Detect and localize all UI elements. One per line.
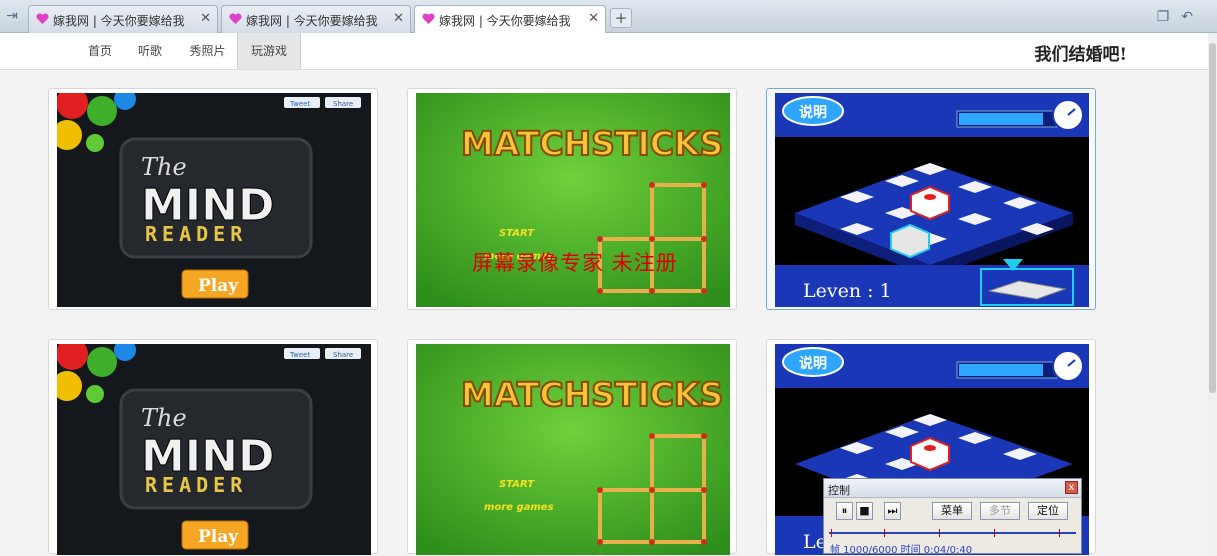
block-puzzle-artwork: 说明 Leven : 1 <box>775 93 1089 307</box>
control-window-title: 控制 <box>828 484 850 497</box>
start-label: START <box>499 479 535 490</box>
play-label: Play <box>198 527 239 547</box>
tab-close-icon[interactable]: ✕ <box>200 11 211 26</box>
restore-window-icon[interactable]: ❐ <box>1157 9 1182 25</box>
mind-reader-artwork: The MIND READER Play Tweet Share <box>57 93 371 307</box>
nav-item-music[interactable]: 听歌 <box>130 33 170 69</box>
tab-title: 嫁我网 | 今天你要嫁给我 <box>246 14 378 28</box>
playback-head[interactable] <box>1059 529 1060 537</box>
play-label: Play <box>198 276 239 296</box>
more-games-label: more games <box>484 502 554 513</box>
share-label: Share <box>333 100 353 108</box>
game-card-mind-reader[interactable]: The MIND READER Play Tweet Share <box>48 88 378 310</box>
window-controls: ❐↶ <box>1157 9 1205 25</box>
share-label: Share <box>333 351 353 359</box>
tab-title: 嫁我网 | 今天你要嫁给我 <box>53 14 185 28</box>
recorder-control-window[interactable]: 控制 x ⏸ ■ ⏭ 菜单 多节 定位 帧 1000/6000 时间 0:04/… <box>823 478 1082 556</box>
game-thumbnail[interactable]: The MIND READER Play Tweet Share <box>57 93 371 307</box>
browser-tab-active[interactable]: 嫁我网 | 今天你要嫁给我 ✕ <box>414 5 606 34</box>
heart-icon <box>229 13 242 24</box>
control-window-close-button[interactable]: x <box>1065 481 1078 494</box>
game-thumbnail[interactable]: The MIND READER Play Tweet Share <box>57 344 371 555</box>
tab-close-icon[interactable]: ✕ <box>588 11 599 26</box>
skip-forward-icon: ⏭ <box>887 504 898 517</box>
playback-progress-track[interactable] <box>829 529 1076 537</box>
tweet-label: Tweet <box>289 100 310 108</box>
section-button[interactable]: 多节 <box>980 502 1020 520</box>
recorder-watermark: 屏幕录像专家 未注册 <box>472 251 678 275</box>
start-label: START <box>499 228 535 239</box>
pause-button[interactable]: ⏸ <box>836 502 853 520</box>
nav-item-photos[interactable]: 秀照片 <box>180 33 235 69</box>
tab-title: 嫁我网 | 今天你要嫁给我 <box>439 14 571 28</box>
game-card-mind-reader[interactable]: The MIND READER Play Tweet Share <box>48 339 378 555</box>
game-thumbnail[interactable]: MATCHSTICKS START more games <box>416 344 730 555</box>
browser-tab-strip: ⇥ 嫁我网 | 今天你要嫁给我 ✕ 嫁我网 | 今天你要嫁给我 ✕ 嫁我网 | … <box>0 0 1217 34</box>
nav-item-home[interactable]: 首页 <box>80 33 120 69</box>
help-label: 说明 <box>799 355 827 372</box>
nav-item-games[interactable]: 玩游戏 <box>237 33 301 69</box>
matchsticks-title: MATCHSTICKS <box>461 124 723 163</box>
heart-icon <box>422 13 435 24</box>
stop-icon: ■ <box>859 504 870 517</box>
game-card-matchsticks[interactable]: MATCHSTICKS START more games <box>407 339 737 555</box>
stop-button[interactable]: ■ <box>856 502 873 520</box>
mind-reader-reader: READER <box>145 473 247 497</box>
matchsticks-title: MATCHSTICKS <box>461 375 723 414</box>
level-label: Leven : 1 <box>803 280 892 302</box>
mind-reader-artwork: The MIND READER Play Tweet Share <box>57 344 371 555</box>
browser-tab[interactable]: 嫁我网 | 今天你要嫁给我 ✕ <box>28 5 218 33</box>
next-frame-button[interactable]: ⏭ <box>884 502 901 520</box>
sidebar-toggle-icon[interactable]: ⇥ <box>4 8 20 24</box>
tweet-label: Tweet <box>289 351 310 359</box>
help-label: 说明 <box>799 104 827 121</box>
pause-icon: ⏸ <box>841 504 848 517</box>
scrollbar-thumb[interactable] <box>1209 43 1216 393</box>
tab-close-icon[interactable]: ✕ <box>393 11 404 26</box>
game-card-block-puzzle[interactable]: 说明 Leven : 1 <box>766 88 1096 310</box>
locate-button[interactable]: 定位 <box>1028 502 1068 520</box>
menu-button[interactable]: 菜单 <box>932 502 972 520</box>
site-nav: 首页 听歌 秀照片 玩游戏 我们结婚吧! <box>0 33 1217 70</box>
matchsticks-artwork: MATCHSTICKS START more games <box>416 344 730 555</box>
control-window-titlebar[interactable]: 控制 x <box>824 479 1081 498</box>
mind-reader-the: The <box>141 153 187 181</box>
game-thumbnail[interactable]: 说明 Leven : 1 <box>775 93 1089 307</box>
undo-close-icon[interactable]: ↶ <box>1181 9 1205 25</box>
browser-tab[interactable]: 嫁我网 | 今天你要嫁给我 ✕ <box>221 5 411 33</box>
mind-reader-the: The <box>141 404 187 432</box>
heart-icon <box>36 13 49 24</box>
new-tab-button[interactable]: + <box>610 8 632 28</box>
mind-reader-reader: READER <box>145 222 247 246</box>
site-slogan: 我们结婚吧! <box>1034 45 1127 65</box>
vertical-scrollbar[interactable] <box>1208 33 1217 554</box>
